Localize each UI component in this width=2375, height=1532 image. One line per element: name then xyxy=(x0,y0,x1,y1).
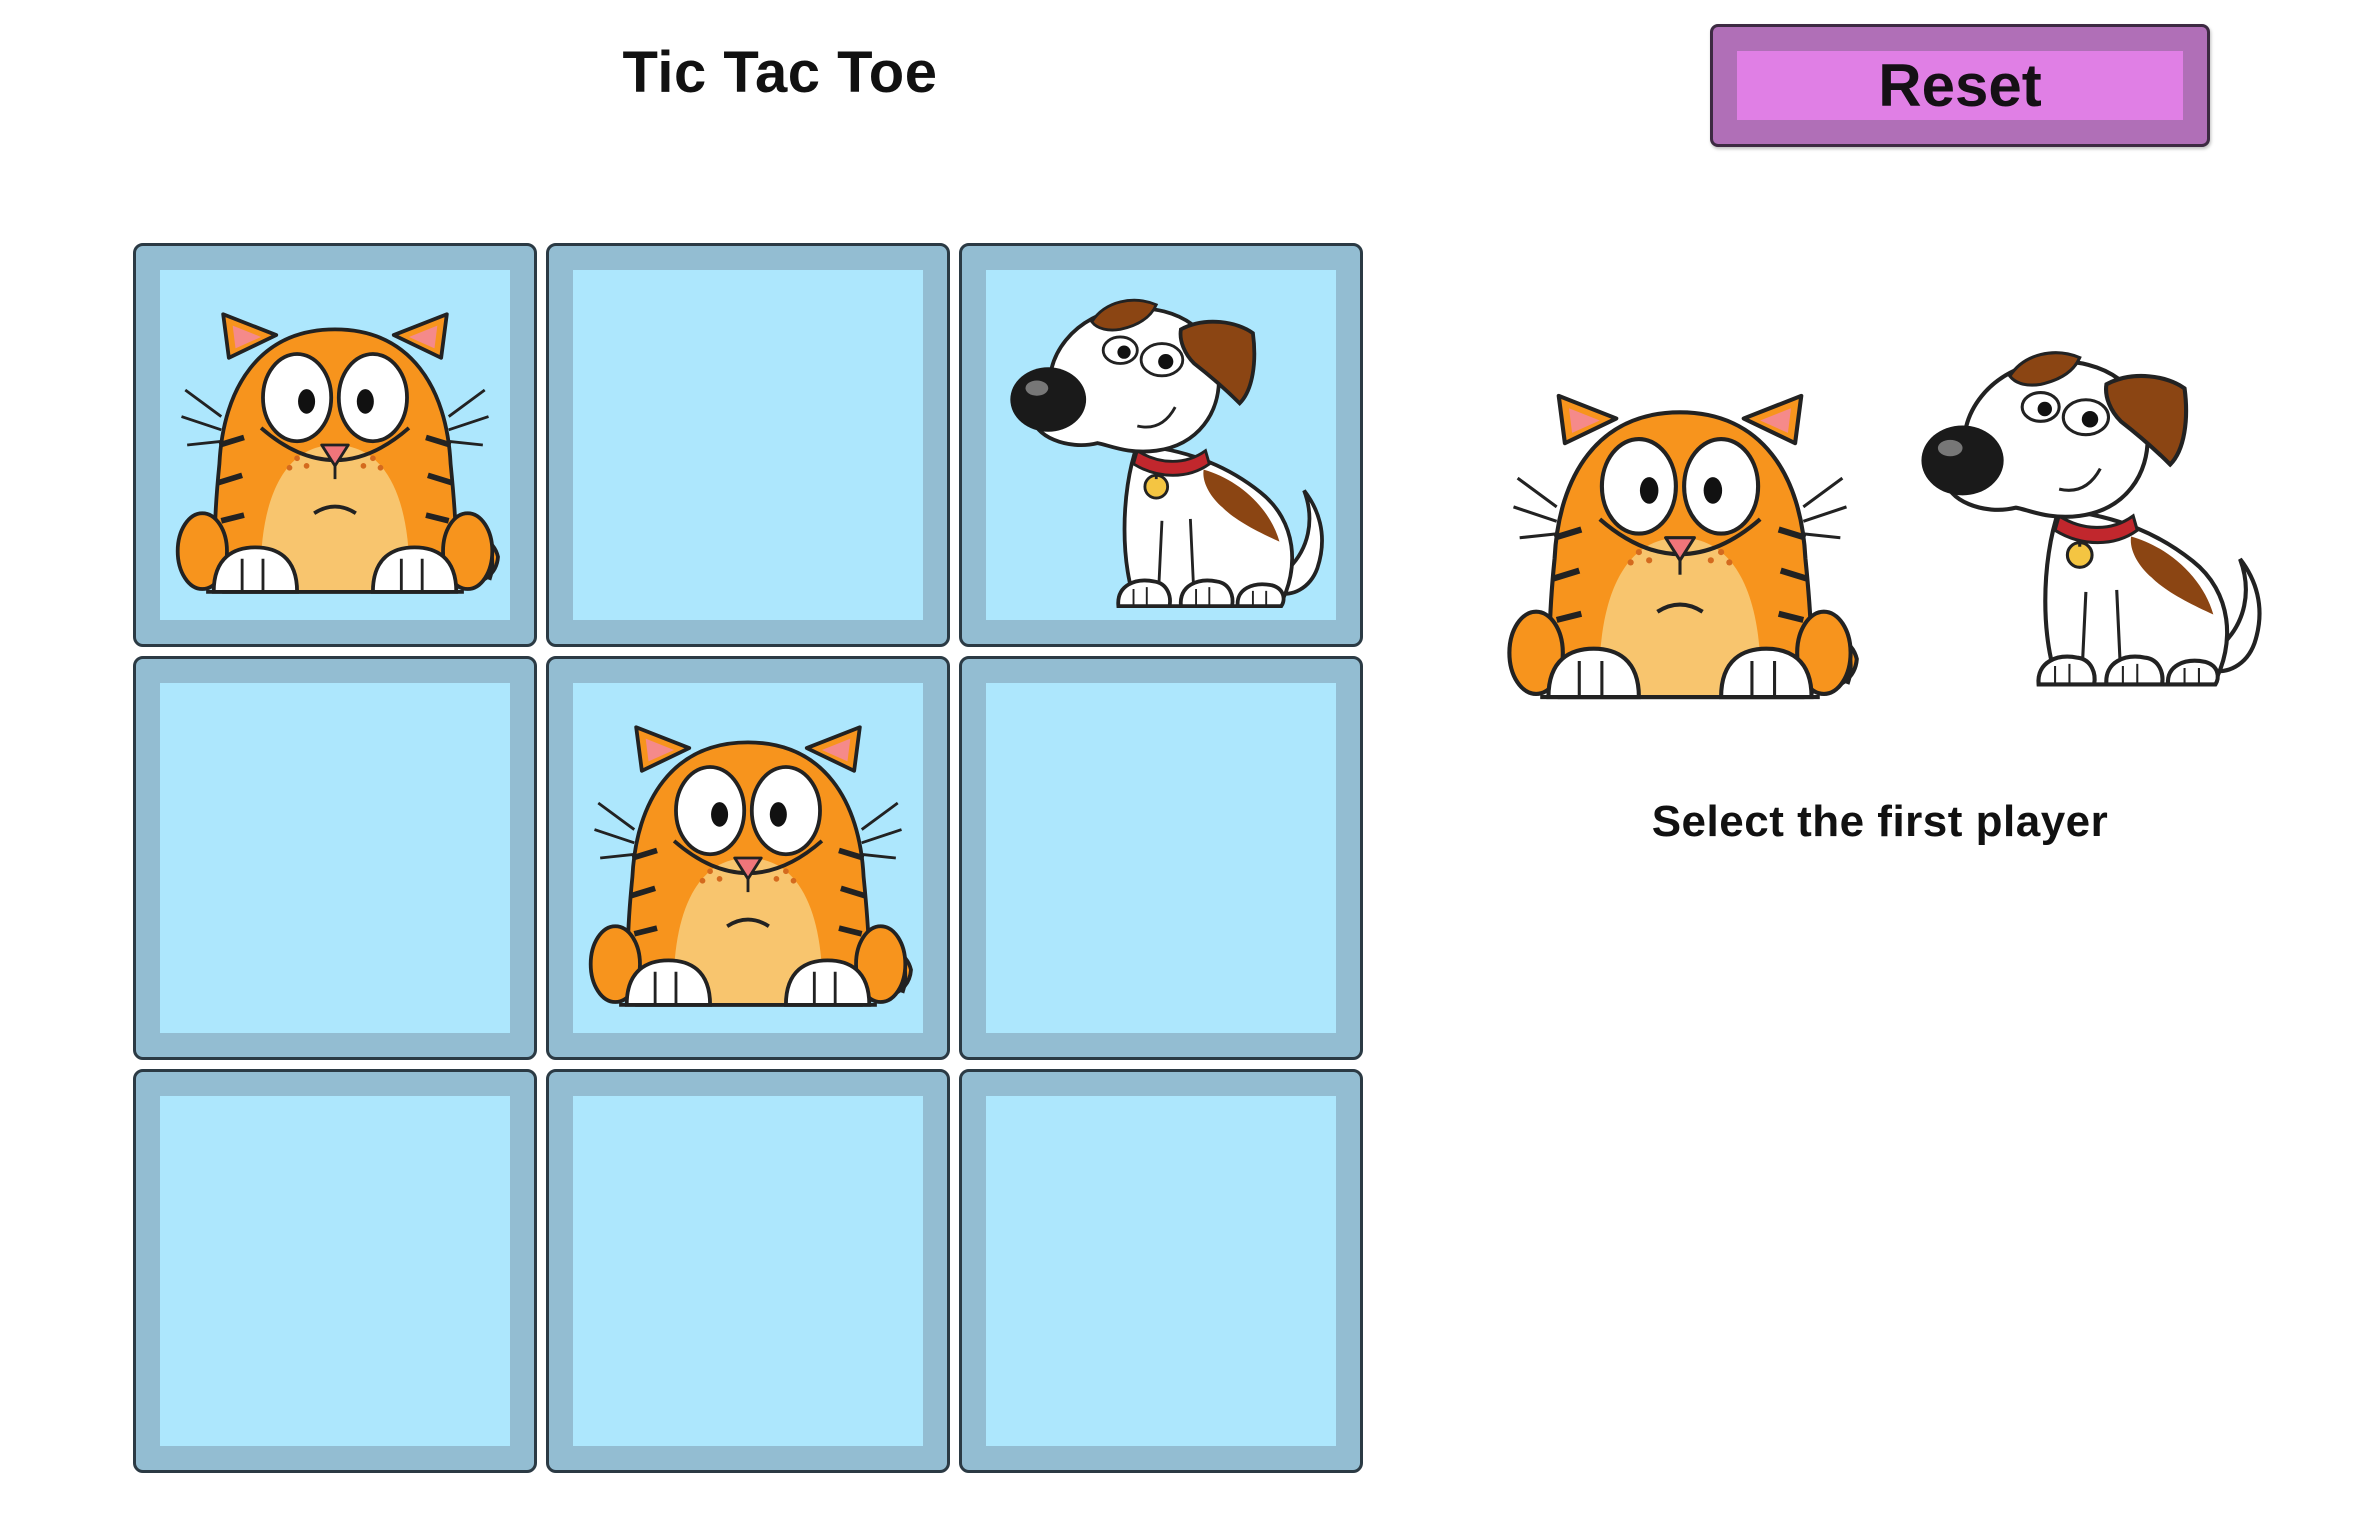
dog-icon xyxy=(1008,298,1324,608)
cat-icon xyxy=(1495,383,1865,713)
cat-icon xyxy=(136,246,534,644)
board-cell-face xyxy=(573,1096,923,1446)
select-cat-player[interactable] xyxy=(1495,383,1865,713)
select-dog-player[interactable] xyxy=(1905,335,2275,705)
board-cell-face xyxy=(986,683,1336,1033)
board-cell-0-1[interactable] xyxy=(546,243,950,647)
board-cell-1-1[interactable] xyxy=(546,656,950,1060)
board-cell-face xyxy=(160,1096,510,1446)
game-title: Tic Tac Toe xyxy=(622,40,938,105)
board-cell-0-0[interactable] xyxy=(133,243,537,647)
board-cell-1-2[interactable] xyxy=(959,656,1363,1060)
board-cell-2-2[interactable] xyxy=(959,1069,1363,1473)
cat-icon xyxy=(549,659,947,1057)
dog-icon xyxy=(1905,335,2275,705)
game-board xyxy=(133,243,1363,1473)
reset-button[interactable]: Reset xyxy=(1710,24,2210,147)
board-cell-face xyxy=(160,683,510,1033)
board-cell-0-2[interactable] xyxy=(959,243,1363,647)
board-cell-2-0[interactable] xyxy=(133,1069,537,1473)
board-cell-face xyxy=(986,1096,1336,1446)
board-cell-face xyxy=(573,270,923,620)
board-cell-2-1[interactable] xyxy=(546,1069,950,1473)
board-cell-1-0[interactable] xyxy=(133,656,537,1060)
reset-button-label: Reset xyxy=(1878,52,2042,119)
status-prompt: Select the first player xyxy=(1651,797,2109,846)
